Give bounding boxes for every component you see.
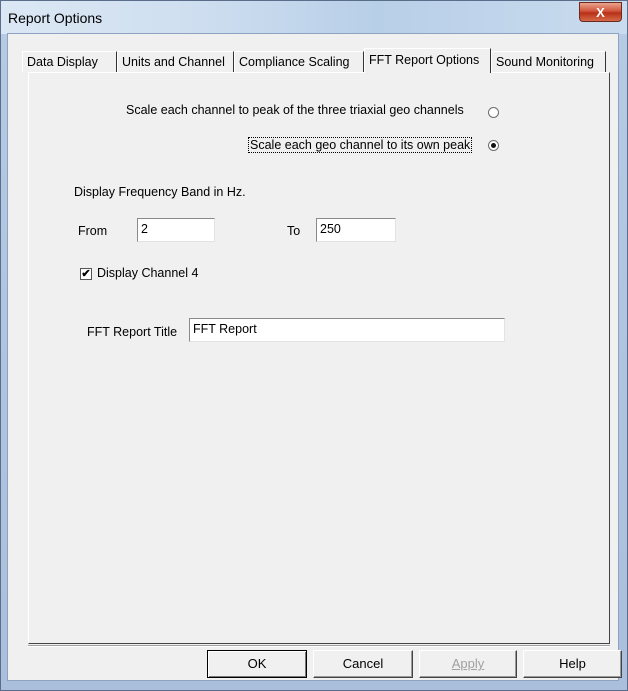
- help-button[interactable]: Help: [523, 650, 622, 678]
- fft-report-options-panel: [28, 72, 610, 644]
- to-label: To: [287, 224, 301, 238]
- apply-button[interactable]: Apply: [419, 650, 517, 678]
- ok-button[interactable]: OK: [207, 650, 307, 678]
- to-frequency-input[interactable]: 250: [316, 218, 396, 242]
- button-separator: [28, 645, 610, 647]
- scale-own-peak-radio[interactable]: [488, 140, 499, 151]
- tab-compliance-scaling[interactable]: Compliance Scaling: [234, 51, 364, 72]
- from-frequency-input[interactable]: 2: [137, 218, 215, 242]
- scale-triaxial-radio[interactable]: [488, 107, 499, 118]
- tab-data-display[interactable]: Data Display: [22, 51, 117, 72]
- title-bar[interactable]: Report Options X: [1, 1, 627, 34]
- cancel-button[interactable]: Cancel: [313, 650, 413, 678]
- scale-triaxial-label: Scale each channel to peak of the three …: [126, 103, 464, 117]
- from-label: From: [78, 224, 108, 238]
- display-channel-4-checkbox[interactable]: ✔: [80, 268, 92, 280]
- report-title-input[interactable]: FFT Report: [189, 318, 505, 342]
- tab-fft-report-options[interactable]: FFT Report Options: [364, 48, 491, 73]
- report-title-label: FFT Report Title: [87, 325, 178, 339]
- display-channel-4-label: Display Channel 4: [97, 266, 199, 280]
- close-button[interactable]: X: [579, 2, 622, 22]
- scale-own-peak-label: Scale each geo channel to its own peak: [248, 137, 473, 153]
- tab-units-and-channel[interactable]: Units and Channel: [117, 51, 234, 72]
- tab-sound-monitoring[interactable]: Sound Monitoring: [491, 51, 606, 72]
- window-title: Report Options: [8, 10, 103, 26]
- frequency-band-heading: Display Frequency Band in Hz.: [74, 185, 246, 199]
